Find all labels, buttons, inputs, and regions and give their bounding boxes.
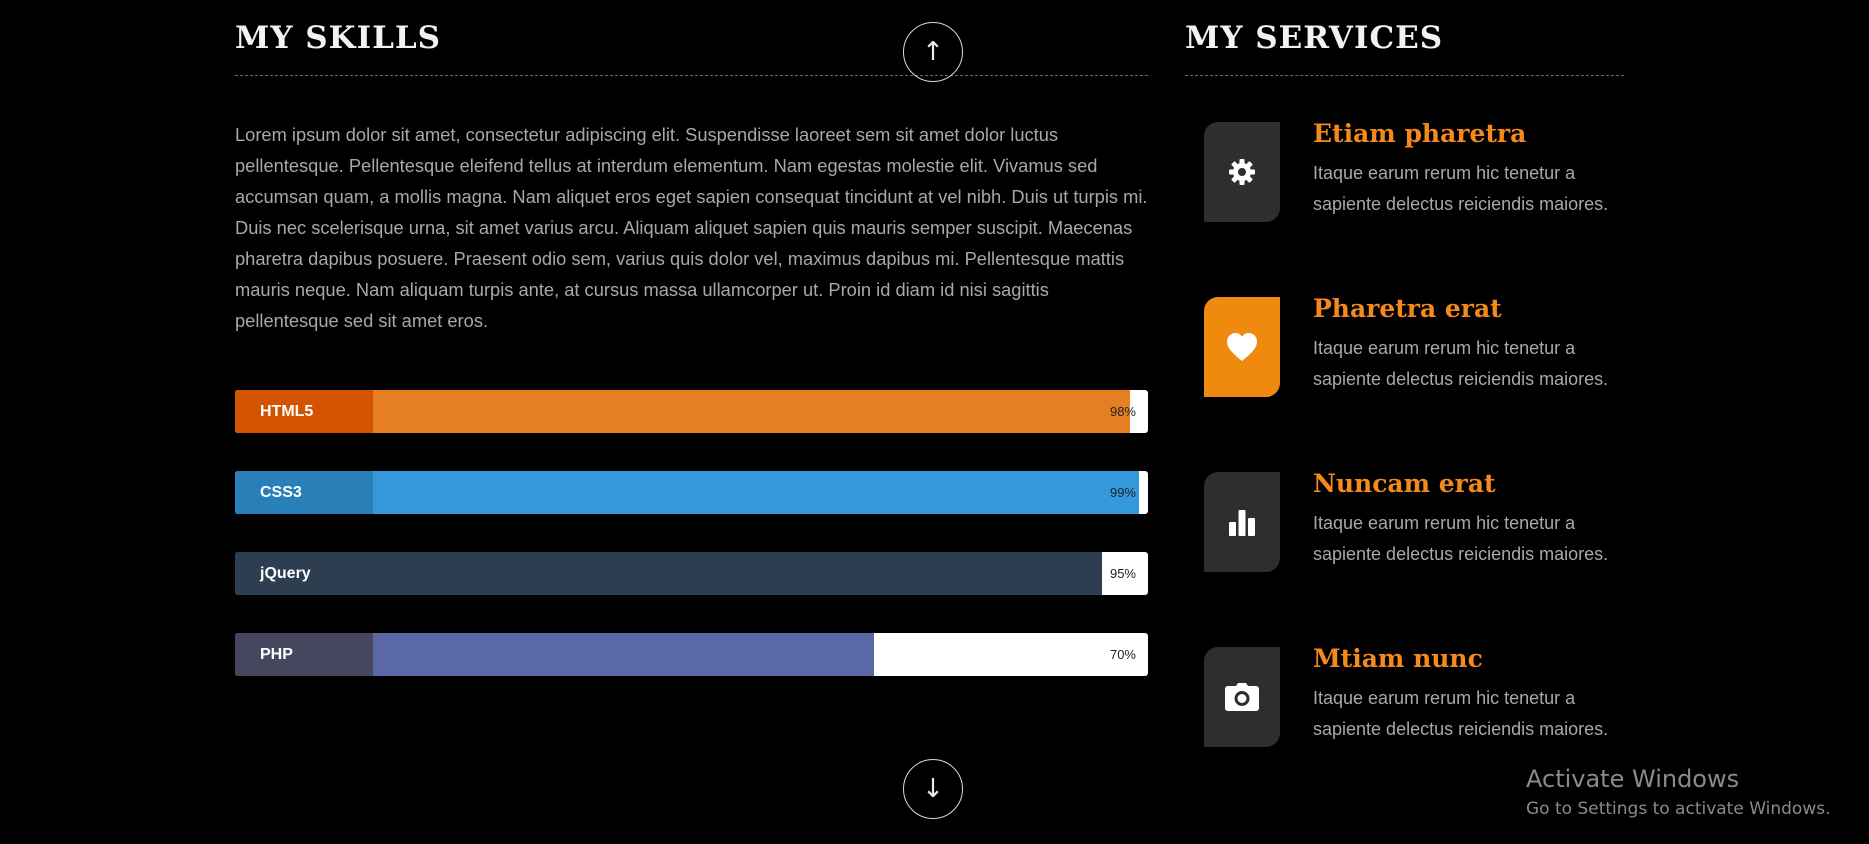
skill-bar-label: PHP bbox=[235, 633, 373, 676]
service-description: Itaque earum rerum hic tenetur a sapient… bbox=[1313, 338, 1609, 389]
scroll-up-button[interactable]: ↑ bbox=[903, 22, 963, 82]
service-icon-box[interactable] bbox=[1204, 122, 1280, 222]
skill-bar-label: CSS3 bbox=[235, 471, 373, 514]
skill-bar-percent: 95% bbox=[1109, 566, 1136, 581]
skill-bar-php: PHP 70% bbox=[235, 633, 1148, 676]
activate-windows-subtitle: Go to Settings to activate Windows. bbox=[1526, 799, 1831, 819]
bar-chart-icon bbox=[1229, 510, 1255, 536]
camera-icon bbox=[1225, 683, 1259, 711]
skill-bar-label: HTML5 bbox=[235, 390, 373, 433]
service-icon-box[interactable] bbox=[1204, 472, 1280, 572]
service-title: Nuncam erat bbox=[1313, 469, 1496, 498]
activate-windows-title: Activate Windows bbox=[1526, 765, 1740, 793]
scroll-down-button[interactable]: ↓ bbox=[903, 759, 963, 819]
skills-heading: MY SKILLS bbox=[235, 20, 442, 56]
skill-bar-css3: CSS3 99% bbox=[235, 471, 1148, 514]
page: MY SKILLS Lorem ipsum dolor sit amet, co… bbox=[0, 0, 1869, 844]
service-icon-box[interactable] bbox=[1204, 647, 1280, 747]
service-icon-box[interactable] bbox=[1204, 297, 1280, 397]
arrow-down-icon: ↓ bbox=[922, 774, 944, 804]
skill-bar-jquery: jQuery 95% bbox=[235, 552, 1148, 595]
service-description: Itaque earum rerum hic tenetur a sapient… bbox=[1313, 513, 1609, 564]
service-description: Itaque earum rerum hic tenetur a sapient… bbox=[1313, 163, 1609, 214]
skill-bar-html5: HTML5 98% bbox=[235, 390, 1148, 433]
service-title: Mtiam nunc bbox=[1313, 644, 1483, 673]
services-divider bbox=[1185, 75, 1624, 76]
skill-bar-percent: 99% bbox=[1109, 485, 1136, 500]
skill-bar-label: jQuery bbox=[235, 552, 373, 595]
gear-icon bbox=[1229, 159, 1255, 185]
skills-paragraph: Lorem ipsum dolor sit amet, consectetur … bbox=[235, 124, 1148, 331]
skills-divider bbox=[235, 75, 1148, 76]
services-heading: MY SERVICES bbox=[1185, 20, 1444, 56]
heart-icon bbox=[1227, 333, 1257, 361]
service-title: Pharetra erat bbox=[1313, 294, 1502, 323]
service-title: Etiam pharetra bbox=[1313, 119, 1527, 148]
skill-bar-percent: 70% bbox=[1109, 647, 1136, 662]
arrow-up-icon: ↑ bbox=[922, 37, 944, 67]
service-description: Itaque earum rerum hic tenetur a sapient… bbox=[1313, 688, 1609, 739]
skill-bar-percent: 98% bbox=[1109, 404, 1136, 419]
